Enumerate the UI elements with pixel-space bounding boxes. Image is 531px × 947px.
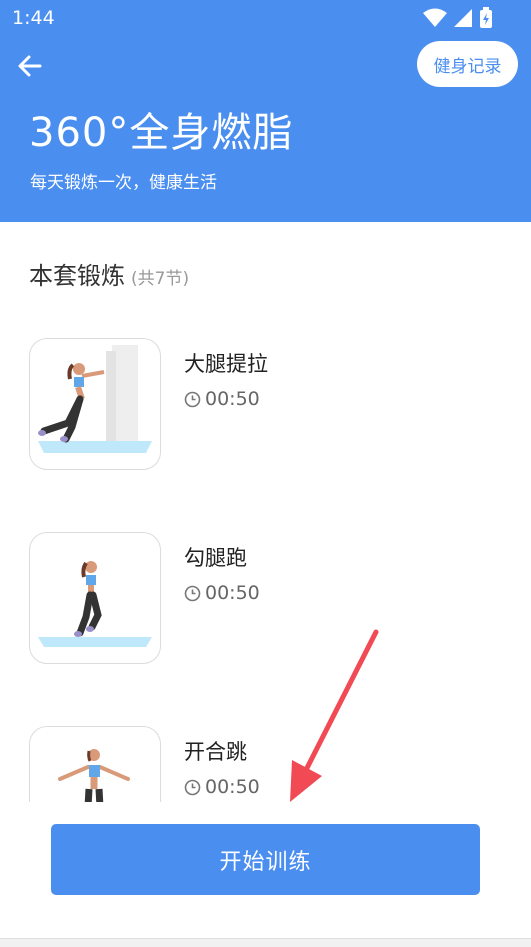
exercise-name: 勾腿跑 — [184, 546, 247, 570]
exercise-duration-text: 00:50 — [205, 582, 260, 604]
status-icons — [423, 7, 493, 29]
exercise-item[interactable]: 开合跳 00:50 — [0, 710, 531, 802]
fitness-record-button[interactable]: 健身记录 — [417, 41, 518, 87]
navigation-bar-edge — [0, 938, 531, 947]
section-header: 本套锻炼 (共7节) — [29, 256, 189, 291]
exercise-name: 开合跳 — [184, 740, 247, 764]
exercise-list[interactable]: 大腿提拉 00:50 勾腿跑 00:50 开合跳 00:50 — [0, 322, 531, 802]
battery-icon — [480, 7, 492, 28]
exercise-thumbnail — [29, 726, 161, 802]
signal-icon — [454, 9, 472, 27]
clock-icon — [184, 585, 201, 601]
section-title: 本套锻炼 — [29, 262, 125, 290]
exercise-name: 大腿提拉 — [184, 352, 268, 376]
page-subtitle: 每天锻炼一次，健康生活 — [30, 173, 217, 193]
back-button[interactable] — [14, 50, 46, 82]
exercise-item[interactable]: 勾腿跑 00:50 — [0, 516, 531, 666]
header-banner: 1:44 健身记录 360°全身燃脂 每天锻炼一次，健康生活 — [0, 0, 531, 222]
exercise-duration: 00:50 — [184, 776, 260, 798]
section-count: (共7节) — [131, 269, 190, 289]
exercise-duration: 00:50 — [184, 582, 260, 604]
status-bar: 1:44 — [0, 0, 531, 36]
exercise-illustration-thigh-lift — [38, 345, 152, 453]
wifi-icon — [423, 8, 447, 27]
exercise-item[interactable]: 大腿提拉 00:50 — [0, 322, 531, 472]
exercise-duration: 00:50 — [184, 388, 260, 410]
clock-icon — [184, 779, 201, 795]
exercise-thumbnail — [29, 338, 161, 470]
clock-icon — [184, 391, 201, 407]
arrow-left-icon — [18, 55, 42, 77]
exercise-duration-text: 00:50 — [205, 776, 260, 798]
exercise-duration-text: 00:50 — [205, 388, 260, 410]
page-title: 360°全身燃脂 — [29, 110, 294, 156]
status-time: 1:44 — [12, 7, 55, 29]
start-training-button[interactable]: 开始训练 — [51, 824, 480, 895]
exercise-thumbnail — [29, 532, 161, 664]
exercise-illustration-butt-kick — [38, 561, 152, 647]
exercise-illustration-jumping-jack — [58, 749, 130, 802]
